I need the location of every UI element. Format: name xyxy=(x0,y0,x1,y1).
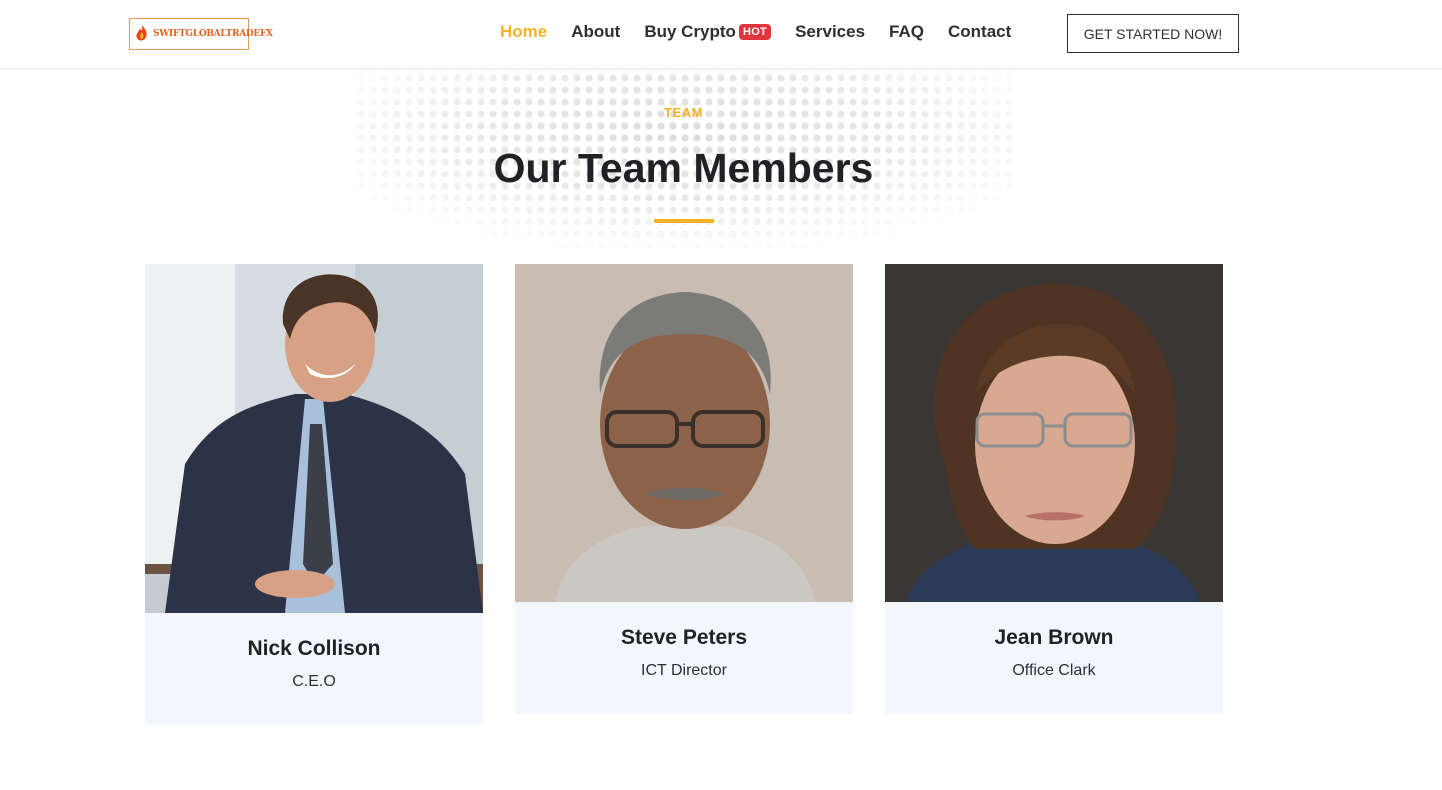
nav-faq-label: FAQ xyxy=(889,22,924,41)
nav-faq[interactable]: FAQ xyxy=(889,22,924,42)
team-card-jean-brown[interactable]: Jean Brown Office Clark xyxy=(885,264,1223,714)
member-role: C.E.O xyxy=(292,673,336,690)
section-eyebrow: TEAM xyxy=(664,105,703,120)
nav-about-label: About xyxy=(571,22,621,41)
site-header: SWIFTGLOBALTRADEFX Home About Buy Crypto… xyxy=(0,0,1442,69)
hot-badge: HOT xyxy=(738,24,772,40)
nav-buy-crypto[interactable]: Buy Crypto HOT xyxy=(644,22,772,42)
section-title: Our Team Members xyxy=(493,145,874,191)
member-name: Nick Collison xyxy=(247,637,381,660)
member-role: ICT Director xyxy=(641,662,727,679)
main-nav: Home About Buy Crypto HOT Services FAQ C… xyxy=(500,22,1035,42)
site-logo[interactable]: SWIFTGLOBALTRADEFX xyxy=(129,18,273,50)
flame-logo-icon xyxy=(134,24,150,44)
nav-services-label: Services xyxy=(795,22,866,41)
nav-services[interactable]: Services xyxy=(795,22,865,42)
team-photo xyxy=(515,264,853,602)
team-card-steve-peters[interactable]: Steve Peters ICT Director xyxy=(515,264,853,714)
nav-home-label: Home xyxy=(500,22,548,41)
team-photo xyxy=(885,264,1223,602)
member-name: Steve Peters xyxy=(620,626,748,649)
team-photo xyxy=(145,264,483,613)
member-name: Jean Brown xyxy=(994,626,1114,649)
nav-about[interactable]: About xyxy=(571,22,620,42)
team-card-body: Nick Collison C.E.O xyxy=(145,613,483,725)
nav-contact[interactable]: Contact xyxy=(948,22,1011,42)
nav-contact-label: Contact xyxy=(947,22,1012,41)
team-card-nick-collison[interactable]: Nick Collison C.E.O xyxy=(145,264,483,725)
get-started-button[interactable]: GET STARTED NOW! xyxy=(1067,14,1239,53)
nav-buy-crypto-label: Buy Crypto xyxy=(644,22,736,41)
team-card-body: Steve Peters ICT Director xyxy=(515,602,853,714)
nav-home[interactable]: Home xyxy=(500,22,547,42)
logo-text: SWIFTGLOBALTRADEFX xyxy=(153,29,273,39)
title-underline xyxy=(654,219,714,223)
team-card-body: Jean Brown Office Clark xyxy=(885,602,1223,714)
member-role: Office Clark xyxy=(1012,662,1096,679)
